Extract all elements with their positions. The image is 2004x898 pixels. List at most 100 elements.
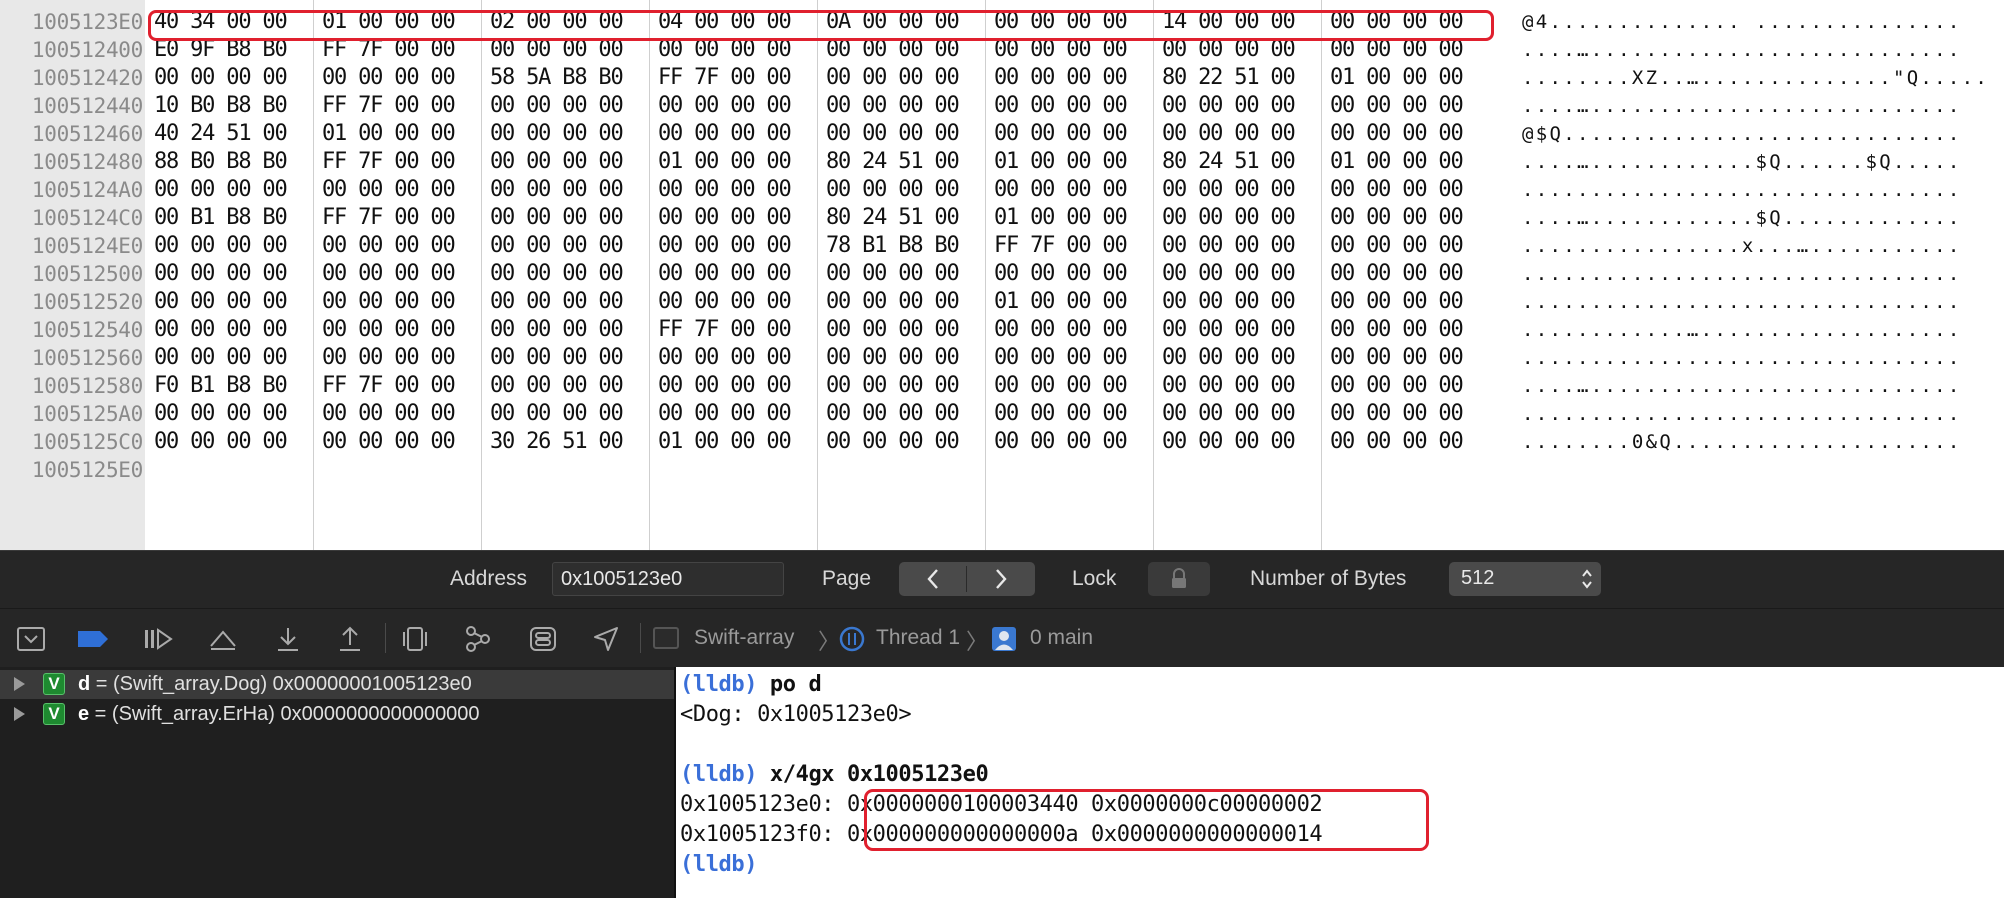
hex-byte-group[interactable]: FF 7F 00 00 (658, 316, 792, 344)
ascii-text[interactable]: ....…............$Q......$Q..... (1522, 148, 1962, 176)
hex-byte-group[interactable]: 00 00 00 00 (994, 64, 1128, 92)
hex-byte-group[interactable]: 00 00 00 00 (322, 64, 456, 92)
hex-byte-group[interactable]: 00 00 00 00 (826, 120, 960, 148)
hex-byte-group[interactable]: 00 00 00 00 (490, 92, 624, 120)
hex-byte-group[interactable]: 00 00 00 00 (994, 344, 1128, 372)
hex-byte-group[interactable]: FF 7F 00 00 (994, 232, 1128, 260)
hex-byte-group[interactable]: FF 7F 00 00 (658, 64, 792, 92)
hex-byte-group[interactable]: FF 7F 00 00 (322, 148, 456, 176)
hex-byte-group[interactable]: 00 00 00 00 (1330, 92, 1464, 120)
hex-byte-group[interactable]: 00 00 00 00 (322, 288, 456, 316)
memory-viewer[interactable]: 40 34 00 00 01 00 00 00 02 00 00 00 04 00 0… (0, 0, 2004, 550)
hex-byte-group[interactable]: 00 00 00 00 (994, 428, 1128, 456)
hex-byte-group[interactable]: 00 00 00 00 (826, 400, 960, 428)
breakpoints-toggle-button[interactable] (76, 622, 110, 656)
hex-byte-group[interactable]: 00 00 00 00 (1330, 260, 1464, 288)
hex-byte-group[interactable]: 00 00 00 00 (1330, 372, 1464, 400)
hex-byte-group[interactable]: 01 00 00 00 (658, 148, 792, 176)
hex-byte-group[interactable]: 00 00 00 00 (658, 176, 792, 204)
hex-byte-group[interactable]: 00 00 00 00 (322, 316, 456, 344)
ascii-text[interactable]: ................x...…........... (1522, 232, 1962, 260)
hex-byte-group[interactable]: 00 00 00 00 (154, 400, 288, 428)
hex-byte-group[interactable]: 00 00 00 00 (658, 204, 792, 232)
hex-byte-group[interactable]: 00 00 00 00 (658, 344, 792, 372)
hex-byte-group[interactable]: 00 00 00 00 (1330, 288, 1464, 316)
hex-byte-group[interactable]: 00 00 00 00 (1330, 400, 1464, 428)
address-field[interactable]: 0x1005123e0 (552, 562, 784, 596)
hex-byte-group[interactable]: 00 00 00 00 (658, 288, 792, 316)
hex-byte-group[interactable]: 00 00 00 00 (994, 316, 1128, 344)
hex-byte-group[interactable]: FF 7F 00 00 (322, 92, 456, 120)
ascii-text[interactable]: ................................ (1522, 260, 1962, 288)
hex-byte-group[interactable]: 00 00 00 00 (658, 92, 792, 120)
ascii-text[interactable]: ........XZ..….............."Q..... (1522, 64, 1989, 92)
hex-byte-group[interactable]: 00 00 00 00 (826, 372, 960, 400)
ascii-text[interactable]: ................................ (1522, 344, 1962, 372)
ascii-text[interactable]: ................................ (1522, 176, 1962, 204)
ascii-text[interactable]: ....…........................... (1522, 92, 1962, 120)
step-into-button[interactable] (271, 622, 305, 656)
hex-byte-group[interactable]: 00 00 00 00 (826, 92, 960, 120)
ascii-text[interactable]: ....…........................... (1522, 372, 1962, 400)
page-prev-button[interactable] (899, 562, 966, 596)
hex-byte-group[interactable]: FF 7F 00 00 (322, 372, 456, 400)
hex-byte-group[interactable]: 00 00 00 00 (490, 344, 624, 372)
hex-byte-group[interactable]: 01 00 00 00 (658, 428, 792, 456)
hex-byte-group[interactable]: 00 00 00 00 (322, 232, 456, 260)
disclosure-triangle-icon[interactable] (14, 677, 25, 691)
hex-byte-group[interactable]: 00 00 00 00 (994, 260, 1128, 288)
variable-row[interactable]: V e = (Swift_array.ErHa) 0x0000000000000… (0, 700, 674, 729)
ascii-text[interactable]: ....…............$Q............. (1522, 204, 1962, 232)
bytes-select[interactable]: 512 (1449, 562, 1601, 596)
hex-byte-group[interactable]: 00 00 00 00 (1330, 316, 1464, 344)
ascii-text[interactable]: ........0&Q..................... (1522, 428, 1962, 456)
view-hierarchy-button[interactable] (398, 622, 432, 656)
hex-byte-group[interactable]: F0 B1 B8 B0 (154, 372, 288, 400)
hex-byte-group[interactable]: 00 00 00 00 (994, 176, 1128, 204)
hex-byte-group[interactable]: 00 00 00 00 (322, 176, 456, 204)
ascii-text[interactable]: @$Q............................. (1522, 120, 1962, 148)
hex-byte-group[interactable]: 80 22 51 00 (1162, 64, 1296, 92)
hex-byte-group[interactable]: 00 B1 B8 B0 (154, 204, 288, 232)
hex-byte-group[interactable]: 00 00 00 00 (1162, 344, 1296, 372)
hex-byte-group[interactable]: 00 00 00 00 (1330, 232, 1464, 260)
hex-byte-group[interactable]: 00 00 00 00 (1330, 176, 1464, 204)
hex-byte-group[interactable]: 00 00 00 00 (1162, 232, 1296, 260)
hex-byte-group[interactable]: 00 00 00 00 (322, 428, 456, 456)
hex-byte-group[interactable]: 30 26 51 00 (490, 428, 624, 456)
hex-byte-group[interactable]: 88 B0 B8 B0 (154, 148, 288, 176)
hex-byte-group[interactable]: 00 00 00 00 (658, 260, 792, 288)
hex-byte-group[interactable]: 00 00 00 00 (826, 316, 960, 344)
hide-debug-area-button[interactable] (14, 622, 48, 656)
hex-byte-group[interactable]: 00 00 00 00 (154, 288, 288, 316)
ascii-text[interactable]: ................................ (1522, 288, 1962, 316)
hex-byte-group[interactable]: 01 00 00 00 (994, 288, 1128, 316)
hex-byte-group[interactable]: 00 00 00 00 (1330, 120, 1464, 148)
hex-byte-group[interactable]: 80 24 51 00 (826, 204, 960, 232)
hex-byte-group[interactable]: 00 00 00 00 (826, 176, 960, 204)
hex-byte-group[interactable]: 00 00 00 00 (826, 64, 960, 92)
hex-byte-group[interactable]: 00 00 00 00 (1162, 176, 1296, 204)
hex-byte-group[interactable]: 00 00 00 00 (490, 232, 624, 260)
hex-byte-group[interactable]: 00 00 00 00 (1330, 428, 1464, 456)
hex-byte-group[interactable]: 00 00 00 00 (490, 176, 624, 204)
hex-byte-group[interactable]: 01 00 00 00 (994, 204, 1128, 232)
crumb-thread[interactable]: Thread 1 (876, 626, 960, 650)
hex-byte-group[interactable]: 80 24 51 00 (1162, 148, 1296, 176)
hex-byte-group[interactable]: 00 00 00 00 (1162, 92, 1296, 120)
hex-byte-group[interactable]: 00 00 00 00 (658, 400, 792, 428)
hex-byte-group[interactable]: 01 00 00 00 (1330, 64, 1464, 92)
hex-byte-group[interactable]: 00 00 00 00 (1162, 288, 1296, 316)
hex-byte-group[interactable]: 00 00 00 00 (154, 316, 288, 344)
hex-byte-group[interactable]: 00 00 00 00 (826, 260, 960, 288)
hex-byte-group[interactable]: 00 00 00 00 (490, 204, 624, 232)
hex-byte-group[interactable]: 78 B1 B8 B0 (826, 232, 960, 260)
environment-overrides-button[interactable] (526, 622, 560, 656)
hex-byte-group[interactable]: 00 00 00 00 (994, 120, 1128, 148)
step-over-button[interactable] (206, 622, 240, 656)
page-next-button[interactable] (967, 562, 1034, 596)
hex-byte-group[interactable]: 00 00 00 00 (490, 148, 624, 176)
crumb-target[interactable]: Swift-array (694, 626, 794, 650)
hex-byte-group[interactable]: 00 00 00 00 (1162, 428, 1296, 456)
hex-byte-group[interactable]: 00 00 00 00 (658, 232, 792, 260)
